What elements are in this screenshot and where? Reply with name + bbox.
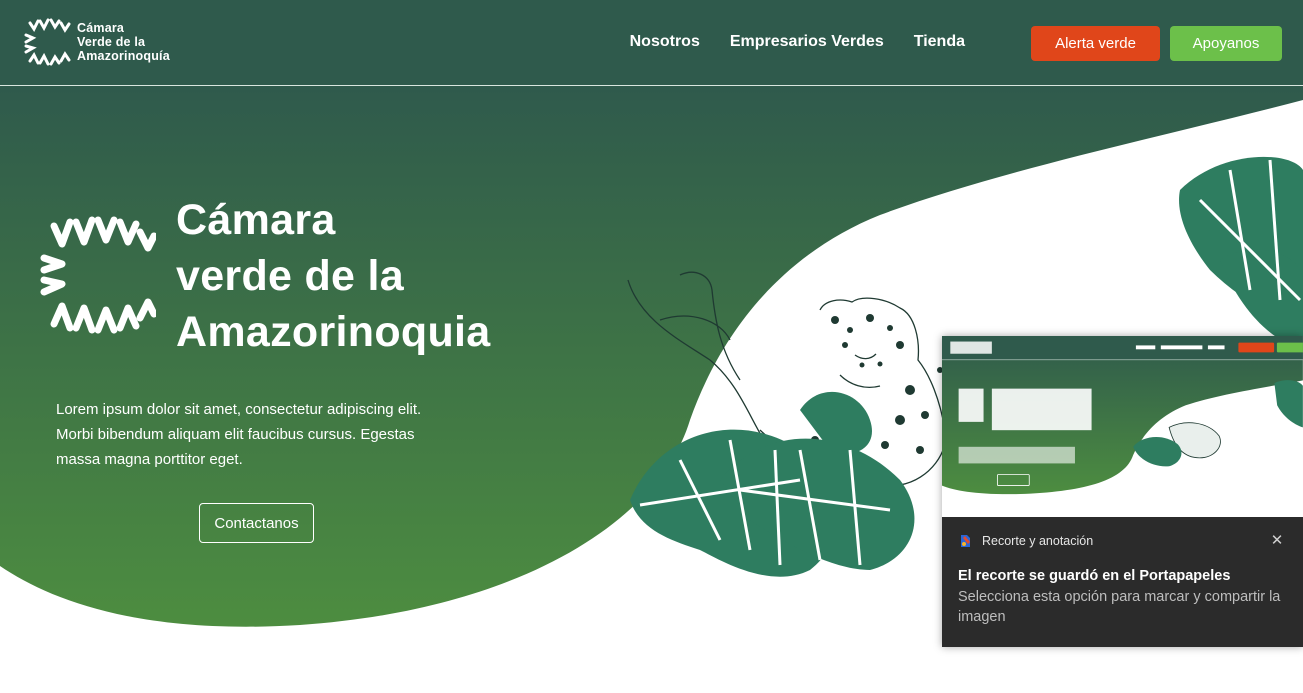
nav-logo-line: Amazorinoquía — [77, 49, 170, 63]
toast-title: El recorte se guardó en el Portapapeles — [958, 568, 1231, 584]
hero-description-line: Morbi bibendum aliquam elit faucibus cur… — [56, 426, 415, 443]
snip-sketch-app-icon — [961, 535, 970, 547]
hero-description-line: massa magna porttitor eget. — [56, 451, 243, 468]
hero-description-line: Lorem ipsum dolor sit amet, consectetur … — [56, 401, 422, 418]
snip-notification-toast[interactable]: Recorte y anotación ✕ El recorte se guar… — [942, 336, 1303, 647]
close-icon[interactable]: ✕ — [1268, 532, 1286, 550]
nav-logo-text[interactable]: Cámara Verde de la Amazorinoquía — [77, 21, 170, 63]
nav-link-nosotros[interactable]: Nosotros — [630, 33, 700, 51]
hero-title-line: Amazorinoquia — [176, 308, 491, 356]
nav-link-tienda[interactable]: Tienda — [914, 33, 965, 51]
top-navbar: Cámara Verde de la Amazorinoquía Nosotro… — [0, 0, 1303, 86]
hero-title: Cámara verde de la Amazorinoquia — [176, 192, 490, 360]
screenshot-thumbnail[interactable] — [942, 336, 1303, 517]
hero-title-line: verde de la — [176, 252, 404, 300]
alerta-verde-button[interactable]: Alerta verde — [1031, 26, 1160, 61]
thumbnail-preview — [942, 336, 1303, 517]
nav-links: Nosotros Empresarios Verdes Tienda — [630, 33, 965, 51]
nav-logo-line: Verde de la — [77, 35, 146, 49]
nav-logo-line: Cámara — [77, 21, 125, 35]
contactanos-button[interactable]: Contactanos — [199, 503, 314, 543]
hero-description: Lorem ipsum dolor sit amet, consectetur … — [56, 397, 476, 472]
hero-logo-icon — [40, 216, 156, 334]
toast-app-name: Recorte y anotación — [982, 534, 1094, 548]
hero-title-line: Cámara — [176, 196, 336, 244]
apoyanos-button[interactable]: Apoyanos — [1170, 26, 1282, 61]
nav-link-empresarios-verdes[interactable]: Empresarios Verdes — [730, 33, 884, 51]
toast-body: Selecciona esta opción para marcar y com… — [958, 589, 1281, 625]
thumbnail-image — [942, 336, 1303, 517]
camara-verde-logo-icon[interactable] — [24, 17, 72, 67]
